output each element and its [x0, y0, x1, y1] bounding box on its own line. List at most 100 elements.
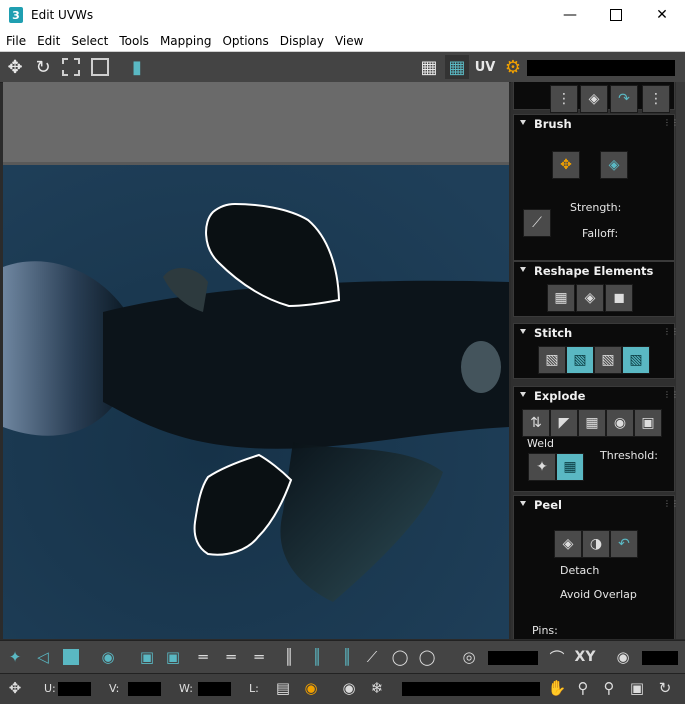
- avoid-overlap-label[interactable]: Avoid Overlap: [560, 588, 637, 601]
- quick-peel-icon[interactable]: ◈: [554, 530, 582, 558]
- checker-icon[interactable]: ▦: [417, 55, 441, 79]
- break-icon[interactable]: ⇅: [522, 409, 550, 437]
- grip-icon[interactable]: ⋮⋮: [663, 500, 679, 508]
- relax-element-icon[interactable]: ◈: [576, 284, 604, 312]
- rotate-icon[interactable]: ↻: [31, 55, 55, 79]
- peel-mode-icon[interactable]: ◑: [582, 530, 610, 558]
- paint-grow-icon[interactable]: ◯: [389, 646, 411, 668]
- weld-target-icon[interactable]: ▦: [556, 453, 584, 481]
- panel-scrollbar[interactable]: [676, 82, 685, 639]
- v-field[interactable]: [128, 682, 161, 696]
- select-edge-icon[interactable]: ◁: [32, 646, 54, 668]
- eye-icon[interactable]: ◉: [338, 677, 360, 699]
- map-dropdown[interactable]: [527, 60, 675, 76]
- ring-icon[interactable]: ═: [248, 646, 270, 668]
- grow-selection-icon[interactable]: ▣: [136, 646, 158, 668]
- checker-sphere-icon[interactable]: ◉: [606, 409, 634, 437]
- weld-grid-icon[interactable]: ▦: [578, 409, 606, 437]
- zoom-icon[interactable]: ⚲: [572, 677, 594, 699]
- detach-label[interactable]: Detach: [560, 564, 599, 577]
- stitch-custom-icon[interactable]: ▧: [538, 346, 566, 374]
- collapse-arrow-icon[interactable]: [520, 501, 526, 506]
- select-vertex-icon[interactable]: ✦: [4, 646, 26, 668]
- relax-icon[interactable]: ◈: [580, 85, 608, 113]
- fish-texture-image: [3, 165, 509, 639]
- relax-brush-icon[interactable]: ◈: [600, 151, 628, 179]
- flatten-icon[interactable]: ◤: [550, 409, 578, 437]
- collapse-arrow-icon[interactable]: [520, 392, 526, 397]
- collapse-arrow-icon[interactable]: [520, 267, 526, 272]
- move-icon[interactable]: ✥: [3, 55, 27, 79]
- freeze-icon[interactable]: ❄: [366, 677, 388, 699]
- zoom-extents-icon[interactable]: ▣: [626, 677, 648, 699]
- menu-mapping[interactable]: Mapping: [154, 34, 217, 48]
- paint-shrink-icon[interactable]: ◯: [416, 646, 438, 668]
- align-vertical-icon[interactable]: ⋮: [550, 85, 578, 113]
- menu-tools[interactable]: Tools: [113, 34, 154, 48]
- select-face-icon[interactable]: [60, 646, 82, 668]
- falloff-field[interactable]: [488, 651, 538, 665]
- settings-icon[interactable]: ⚙: [501, 55, 525, 79]
- rollout-peel: Peel ⋮⋮ ◈ ◑ ↶ Detach Avoid Overlap Pins:: [513, 495, 679, 639]
- scale-icon[interactable]: [59, 55, 83, 79]
- xy-toggle[interactable]: XY: [574, 646, 596, 668]
- close-button[interactable]: ✕: [639, 0, 685, 30]
- rollout-brush: Brush ⋮⋮ ✥ ◈ ⟋ Strength: Falloff:: [513, 114, 679, 261]
- lock-icon[interactable]: ▤: [272, 677, 294, 699]
- checker-pattern-icon[interactable]: ▦: [445, 55, 469, 79]
- transform-mode-icon[interactable]: ✥: [4, 677, 26, 699]
- loop-icon[interactable]: ═: [192, 646, 214, 668]
- weld-selected-icon[interactable]: ✦: [528, 453, 556, 481]
- pan-icon[interactable]: ✋: [546, 677, 568, 699]
- align-icon[interactable]: ⋮: [642, 85, 670, 113]
- brush-line-icon[interactable]: ⟋: [523, 209, 551, 237]
- zoom-region-icon[interactable]: ⚲: [598, 677, 620, 699]
- rollout-stitch: Stitch ⋮⋮ ▧ ▧ ▧ ▧: [513, 323, 679, 379]
- minimize-button[interactable]: —: [547, 0, 593, 30]
- ring-grow-icon[interactable]: ║: [278, 646, 300, 668]
- select-element-icon[interactable]: ◉: [97, 646, 119, 668]
- shrink-selection-icon[interactable]: ▣: [162, 646, 184, 668]
- straighten-icon[interactable]: ▦: [547, 284, 575, 312]
- world-space-icon[interactable]: ◉: [612, 646, 634, 668]
- snap-icon[interactable]: ↻: [654, 677, 676, 699]
- grip-icon[interactable]: ⋮⋮: [663, 328, 679, 336]
- pins-label: Pins:: [532, 624, 558, 637]
- show-hidden-icon[interactable]: ◉: [300, 677, 322, 699]
- maximize-button[interactable]: [593, 0, 639, 30]
- stitch-target-icon[interactable]: ▧: [566, 346, 594, 374]
- menu-display[interactable]: Display: [274, 34, 329, 48]
- menu-file[interactable]: File: [0, 34, 31, 48]
- rectangle-icon[interactable]: ◼: [605, 284, 633, 312]
- menu-view[interactable]: View: [329, 34, 368, 48]
- select-by-element-icon[interactable]: ║: [336, 646, 358, 668]
- reset-peel-icon[interactable]: ↶: [610, 530, 638, 558]
- falloff-curve-icon[interactable]: ⌒: [546, 646, 568, 668]
- paint-move-icon[interactable]: ✥: [552, 151, 580, 179]
- menu-select[interactable]: Select: [65, 34, 113, 48]
- frame-icon[interactable]: ▣: [634, 409, 662, 437]
- soft-selection-icon[interactable]: ◎: [458, 646, 480, 668]
- menu-edit[interactable]: Edit: [31, 34, 65, 48]
- collapse-arrow-icon[interactable]: [520, 120, 526, 125]
- stitch-average-icon[interactable]: ▧: [594, 346, 622, 374]
- paint-select-icon[interactable]: ⟋: [361, 646, 383, 668]
- mirror-icon[interactable]: ▮: [125, 55, 149, 79]
- uv-toggle[interactable]: UV: [473, 55, 497, 79]
- selection-dropdown[interactable]: [402, 682, 540, 696]
- uv-viewport[interactable]: [3, 82, 509, 639]
- stitch-source-icon[interactable]: ▧: [622, 346, 650, 374]
- stitch-title: Stitch: [534, 326, 573, 340]
- loop-grow-icon[interactable]: ═: [220, 646, 242, 668]
- u-field[interactable]: [58, 682, 91, 696]
- threshold-label: Threshold:: [600, 449, 658, 462]
- freeform-icon[interactable]: [88, 55, 112, 79]
- w-field[interactable]: [198, 682, 231, 696]
- ring-shrink-icon[interactable]: ║: [306, 646, 328, 668]
- menu-options[interactable]: Options: [216, 34, 273, 48]
- space-field[interactable]: [642, 651, 678, 665]
- collapse-arrow-icon[interactable]: [520, 329, 526, 334]
- grip-icon[interactable]: ⋮⋮: [663, 119, 679, 127]
- rotate-element-icon[interactable]: ↷: [610, 85, 638, 113]
- grip-icon[interactable]: ⋮⋮: [663, 391, 679, 399]
